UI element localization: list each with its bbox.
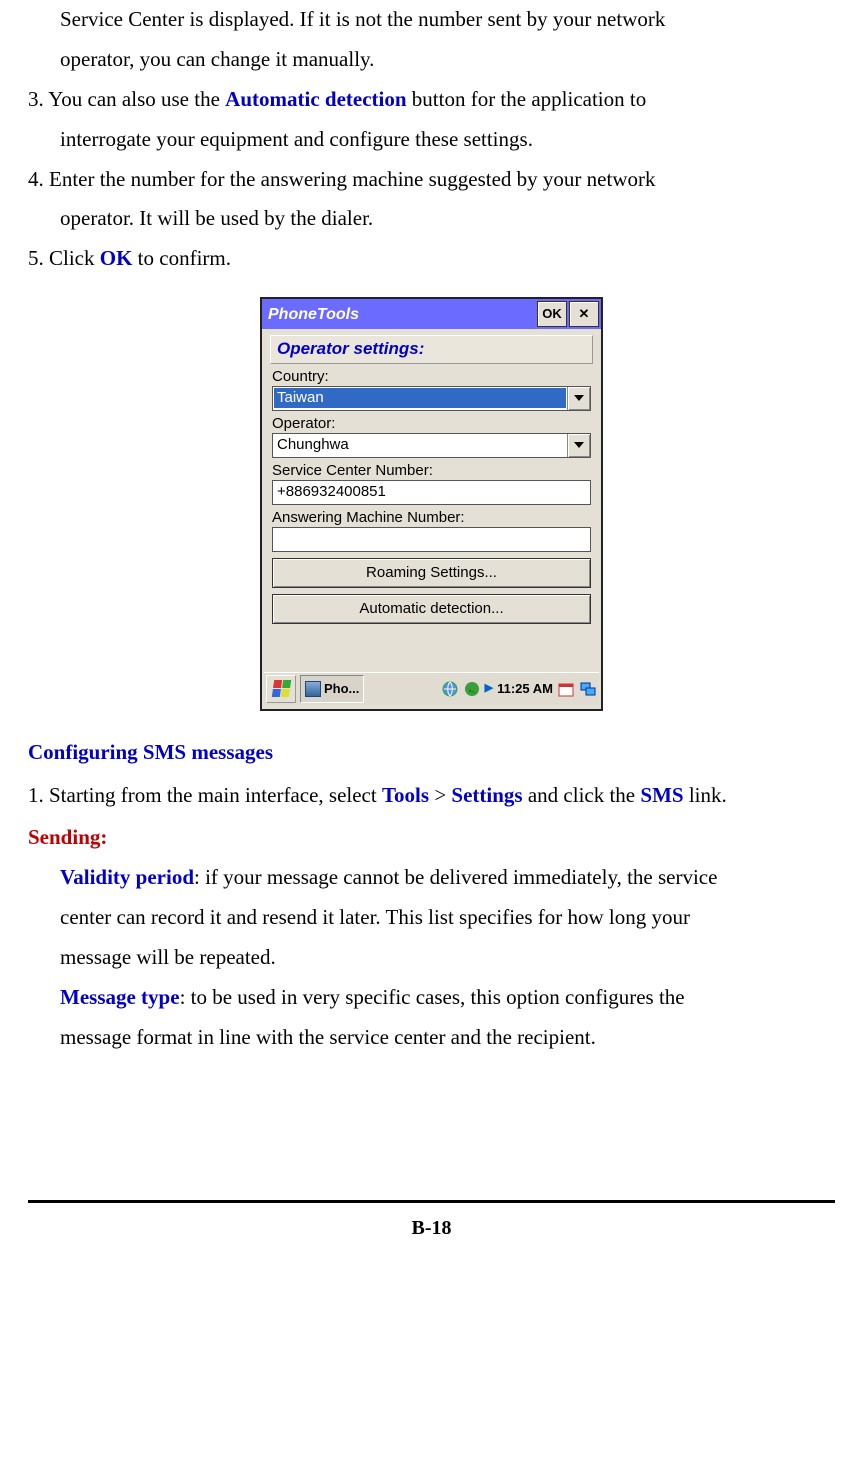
validity-l1: : if your message cannot be delivered im… [194, 865, 717, 889]
system-tray: ▶ 11:25 AM [368, 680, 597, 698]
service-center-input[interactable]: +886932400851 [272, 480, 591, 505]
list-item-4-l1: 4. Enter the number for the answering ma… [28, 160, 835, 200]
operator-label: Operator: [272, 415, 591, 433]
service-center-label: Service Center Number: [272, 462, 591, 480]
validity-l3: message will be repeated. [60, 938, 835, 978]
automatic-detection-button[interactable]: Automatic detection... [272, 594, 591, 624]
answering-machine-label: Answering Machine Number: [272, 509, 591, 527]
taskbar-app-label: Pho... [324, 681, 359, 697]
taskbar-app[interactable]: Pho... [300, 675, 364, 703]
msgtype-l2: message format in line with the service … [60, 1018, 835, 1058]
operator-value: Chunghwa [273, 436, 567, 454]
answering-machine-input[interactable] [272, 527, 591, 552]
list-item-2-cont-l2: operator, you can change it manually. [28, 40, 835, 80]
globe-icon[interactable] [463, 680, 481, 698]
section-header-text: Operator settings: [277, 339, 424, 358]
close-button[interactable] [569, 301, 599, 327]
desktop-icon[interactable] [579, 680, 597, 698]
footer-rule [28, 1200, 835, 1203]
list-item-4-l2: operator. It will be used by the dialer. [28, 199, 835, 239]
phonetools-window: PhoneTools OK Operator settings: Country… [260, 297, 603, 710]
app-icon [305, 681, 321, 697]
country-combobox[interactable]: Taiwan [272, 386, 591, 411]
calendar-icon[interactable] [557, 680, 575, 698]
sms-link-term: SMS [640, 783, 683, 807]
item5-suffix: to confirm. [132, 246, 231, 270]
windows-icon [271, 680, 290, 697]
clock[interactable]: 11:25 AM [497, 681, 553, 697]
chevron-down-icon[interactable] [567, 387, 590, 410]
sms-step-1: 1. Starting from the main interface, sel… [28, 776, 835, 816]
list-item-5: 5. Click OK to confirm. [28, 239, 835, 279]
section-header: Operator settings: [270, 335, 593, 363]
gt-sep: > [429, 783, 451, 807]
message-type-block: Message type: to be used in very specifi… [28, 978, 835, 1058]
screenshot-figure: PhoneTools OK Operator settings: Country… [28, 297, 835, 710]
validity-period-term: Validity period [60, 865, 194, 889]
form: Country: Taiwan Operator: Chunghwa [272, 368, 591, 552]
chevron-down-icon[interactable] [567, 434, 590, 457]
taskbar: Pho... ▶ 11:25 AM [264, 672, 599, 705]
titlebar: PhoneTools OK [262, 299, 601, 329]
ok-button[interactable]: OK [537, 301, 567, 327]
list-item-3-l1: 3. You can also use the Automatic detect… [28, 80, 835, 120]
list-item-3-l2: interrogate your equipment and configure… [28, 120, 835, 160]
validity-l2: center can record it and resend it later… [60, 898, 835, 938]
operator-combobox[interactable]: Chunghwa [272, 433, 591, 458]
automatic-detection-term: Automatic detection [225, 87, 406, 111]
sms-step1-mid: and click the [523, 783, 641, 807]
message-type-term: Message type [60, 985, 180, 1009]
item3-mid: button for the application to [407, 87, 647, 111]
tools-term: Tools [382, 783, 429, 807]
sms-step1-suffix: link. [684, 783, 727, 807]
sending-heading: Sending: [28, 818, 835, 858]
roaming-settings-button[interactable]: Roaming Settings... [272, 558, 591, 588]
item5-prefix: 5. Click [28, 246, 100, 270]
list-item-2-cont-l1: Service Center is displayed. If it is no… [28, 0, 835, 40]
settings-term: Settings [451, 783, 522, 807]
sms-step1-prefix: 1. Starting from the main interface, sel… [28, 783, 382, 807]
msgtype-l1: : to be used in very specific cases, thi… [180, 985, 685, 1009]
tray-arrow-icon[interactable]: ▶ [485, 682, 493, 695]
configuring-sms-heading: Configuring SMS messages [28, 733, 835, 773]
page-number: B-18 [28, 1209, 835, 1247]
validity-period-block: Validity period: if your message cannot … [28, 858, 835, 978]
item3-prefix: 3. You can also use the [28, 87, 225, 111]
country-label: Country: [272, 368, 591, 386]
start-button[interactable] [266, 675, 296, 703]
ok-term: OK [100, 246, 133, 270]
network-icon[interactable] [441, 680, 459, 698]
window-title: PhoneTools [268, 305, 535, 324]
country-value: Taiwan [274, 388, 566, 408]
